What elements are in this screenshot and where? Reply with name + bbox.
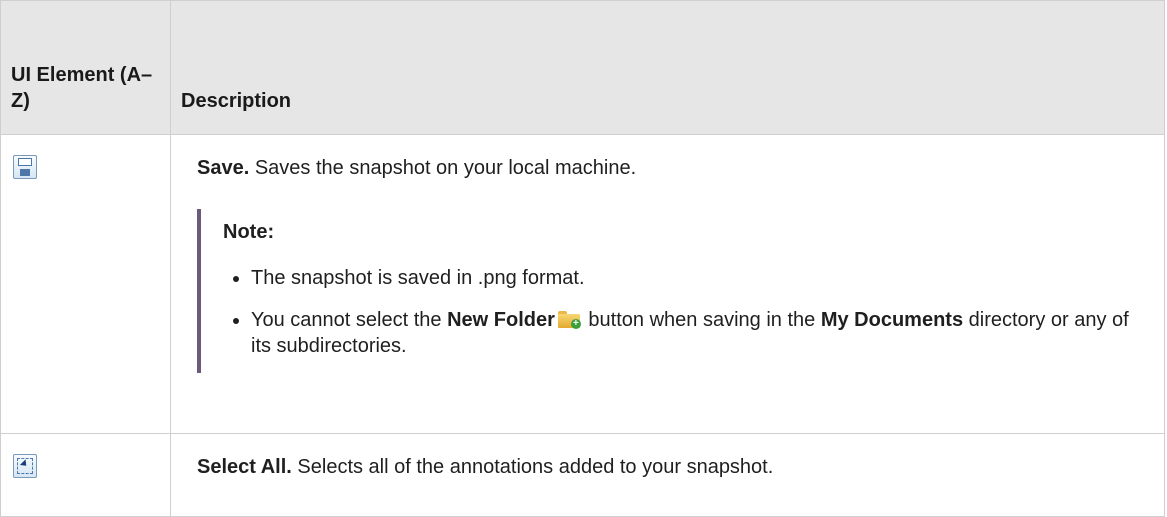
save-description: Save. Saves the snapshot on your local m… [197,155,1154,181]
note-title: Note: [223,221,275,243]
select-all-title: Select All. [197,456,292,478]
new-folder-label: New Folder [447,309,555,331]
list-item: You cannot select the New Folder+ button… [251,307,1154,359]
save-text: Saves the snapshot on your local machine… [249,157,637,179]
ui-element-table: UI Element (A–Z) Description Save. Saves… [0,0,1165,517]
select-all-text: Selects all of the annotations added to … [291,456,774,478]
my-documents-label: My Documents [820,309,964,331]
table-row: Save. Saves the snapshot on your local m… [0,134,1165,434]
ui-element-cell [0,433,171,517]
select-all-description: Select All. Selects all of the annotatio… [197,454,1154,480]
list-item: The snapshot is saved in .png format. [251,265,1154,291]
note-list: The snapshot is saved in .png format. Yo… [223,265,1154,359]
select-all-icon [13,454,37,478]
header-description: Description [170,0,1165,135]
new-folder-icon: + [557,311,581,329]
save-floppy-icon [13,155,37,179]
header-ui-element: UI Element (A–Z) [0,0,171,135]
ui-element-cell [0,134,171,434]
note-block: Note: The snapshot is saved in .png form… [197,209,1154,373]
save-title: Save. [197,157,250,179]
description-cell: Save. Saves the snapshot on your local m… [170,134,1165,434]
table-row: Select All. Selects all of the annotatio… [0,433,1165,517]
table-header-row: UI Element (A–Z) Description [0,0,1165,135]
description-cell: Select All. Selects all of the annotatio… [170,433,1165,517]
